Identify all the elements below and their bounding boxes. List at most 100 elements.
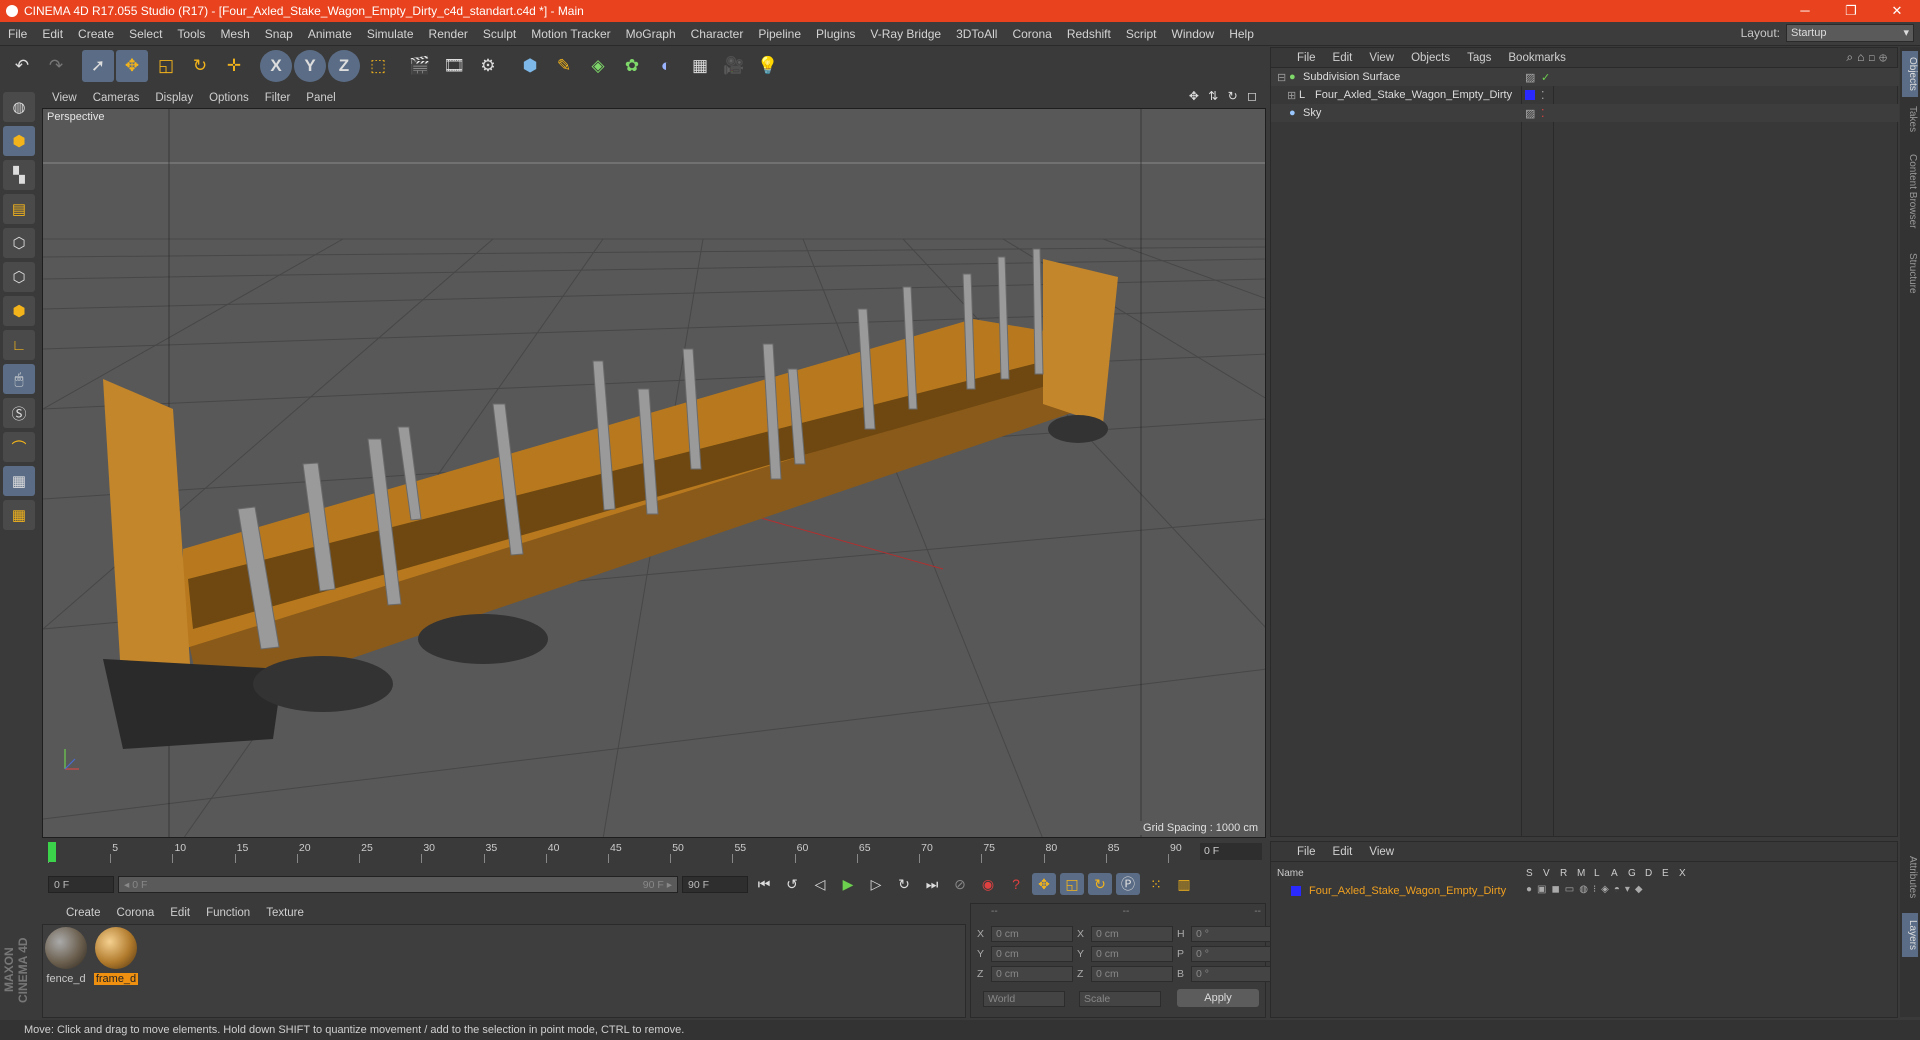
material-menu-edit[interactable]: Edit [170,907,190,919]
layer-menu-edit[interactable]: Edit [1333,846,1353,858]
tab-objects[interactable]: Objects [1902,51,1918,97]
key-pla-icon[interactable]: ⁙ [1144,873,1168,895]
menu-window[interactable]: Window [1172,27,1215,41]
last-tool-icon[interactable]: ✛ [218,50,250,82]
next-key-icon[interactable]: ↻ [892,873,916,895]
playhead[interactable] [48,842,56,862]
x-axis-lock-button[interactable]: X [260,50,292,82]
material-menu-function[interactable]: Function [206,907,250,919]
rotate-tool-icon[interactable]: ↻ [184,50,216,82]
object-menu-tags[interactable]: Tags [1467,52,1491,64]
scale-dropdown[interactable]: Scale [1079,991,1161,1007]
floor-icon[interactable]: ▦ [684,50,716,82]
pos-z-field[interactable]: 0 cm [991,966,1073,982]
z-axis-lock-button[interactable]: Z [328,50,360,82]
go-to-end-icon[interactable]: ⏭ [920,873,944,895]
menu-mograph[interactable]: MoGraph [626,27,676,41]
menu-render[interactable]: Render [429,27,468,41]
auto-key-icon[interactable]: ◉ [976,873,1000,895]
object-menu-file[interactable]: File [1297,52,1316,64]
collapse-icon[interactable]: ⊟ [1277,71,1286,84]
keyframe-selection-icon[interactable]: ? [1004,873,1028,895]
menu-select[interactable]: Select [129,27,162,41]
key-position-icon[interactable]: ✥ [1032,873,1056,895]
viewport-menu-view[interactable]: View [52,92,77,104]
polygons-mode-icon[interactable]: ⬢ [3,296,35,326]
texture-mode-icon[interactable]: ▚ [3,160,35,190]
layer-menu-file[interactable]: File [1297,846,1316,858]
subdivision-surface-icon[interactable]: ◈ [582,50,614,82]
cloner-icon[interactable]: ✿ [616,50,648,82]
size-x-field[interactable]: 0 cm [1091,926,1173,942]
key-scale-icon[interactable]: ◱ [1060,873,1084,895]
object-row-sky[interactable]: ● Sky ▨ ⁚ [1271,104,1899,122]
planar-workplane-icon[interactable]: ▦ [3,500,35,530]
expand-icon[interactable]: ⊞ [1287,89,1296,102]
enabled-check-icon[interactable]: ✓ [1541,71,1550,84]
model-mode-icon[interactable]: ◍ [3,92,35,122]
object-mode-icon[interactable]: ⬢ [3,126,35,156]
undo-icon[interactable]: ↶ [6,50,38,82]
world-dropdown[interactable]: World [983,991,1065,1007]
object-menu-objects[interactable]: Objects [1411,52,1450,64]
menu-pipeline[interactable]: Pipeline [758,27,801,41]
cube-object-icon[interactable]: ⬢ [514,50,546,82]
end-frame-field[interactable]: 90 F [682,875,748,893]
apply-button[interactable]: Apply [1177,989,1259,1007]
light-icon[interactable]: 💡 [752,50,784,82]
tab-attributes[interactable]: Attributes [1902,847,1918,907]
object-menu-bookmarks[interactable]: Bookmarks [1508,52,1566,64]
timeline-layout-icon[interactable]: ▥ [1172,873,1196,895]
pos-y-field[interactable]: 0 cm [991,946,1073,962]
restore-button[interactable]: ❐ [1828,0,1874,22]
close-button[interactable]: ✕ [1874,0,1920,22]
material-frame-d[interactable]: frame_d [93,927,139,985]
object-menu-view[interactable]: View [1369,52,1394,64]
viewport-menu-options[interactable]: Options [209,92,249,104]
layer-menu-view[interactable]: View [1369,846,1394,858]
key-rotation-icon[interactable]: ↻ [1088,873,1112,895]
deformer-icon[interactable]: ◐ [650,50,682,82]
menu-3dtoall[interactable]: 3DToAll [956,27,997,41]
object-row-subdivision[interactable]: ⊟ ● Subdivision Surface ▨ ✓ [1271,68,1899,86]
size-y-field[interactable]: 0 cm [1091,946,1173,962]
tab-takes[interactable]: Takes [1902,101,1918,137]
menu-script[interactable]: Script [1126,27,1157,41]
tab-layers[interactable]: Layers [1902,913,1918,957]
object-manager-tools[interactable]: ⌕⌂◻⊕ [1846,50,1891,65]
menu-character[interactable]: Character [691,27,744,41]
record-keys-icon[interactable]: ⊘ [948,873,972,895]
visibility-dots-icon[interactable]: ⁚ [1541,89,1545,102]
material-fence-d[interactable]: fence_d [43,927,89,985]
timeline-ruler[interactable]: 051015202530354045505560657075808590 [48,840,1182,864]
minimize-button[interactable]: ─ [1782,0,1828,22]
key-parameter-icon[interactable]: Ⓟ [1116,873,1140,895]
object-row-wagon[interactable]: ⊞ L Four_Axled_Stake_Wagon_Empty_Dirty ⁚ [1271,86,1899,104]
y-axis-lock-button[interactable]: Y [294,50,326,82]
redo-icon[interactable]: ↷ [40,50,72,82]
pos-x-field[interactable]: 0 cm [991,926,1073,942]
material-menu-corona[interactable]: Corona [117,907,155,919]
menu-animate[interactable]: Animate [308,27,352,41]
select-tool-icon[interactable]: ➚ [82,50,114,82]
menu-help[interactable]: Help [1229,27,1254,41]
viewport-menu-panel[interactable]: Panel [306,92,335,104]
menu-create[interactable]: Create [78,27,114,41]
object-menu-edit[interactable]: Edit [1333,52,1353,64]
layout-dropdown[interactable]: Startup [1786,24,1914,42]
visibility-dots-icon[interactable]: ⁚ [1541,107,1545,120]
menu-motion-tracker[interactable]: Motion Tracker [531,27,610,41]
layer-toggles[interactable]: ●▣◼▭◍⁝◈◓▾◆ [1526,884,1648,895]
size-z-field[interactable]: 0 cm [1091,966,1173,982]
menu-redshift[interactable]: Redshift [1067,27,1111,41]
points-mode-icon[interactable]: ⬡ [3,228,35,258]
perspective-viewport[interactable]: Perspective Grid Spacing : 1000 cm [42,108,1266,838]
scale-tool-icon[interactable]: ◱ [150,50,182,82]
menu-mesh[interactable]: Mesh [220,27,249,41]
menu-simulate[interactable]: Simulate [367,27,414,41]
previous-key-icon[interactable]: ↺ [780,873,804,895]
tweak-mode-icon[interactable]: 🖱 [3,364,35,394]
current-frame-field[interactable]: 0 F [1200,843,1262,860]
viewport-menu-display[interactable]: Display [155,92,193,104]
layer-row[interactable]: Four_Axled_Stake_Wagon_Empty_Dirty ●▣◼▭◍… [1271,884,1897,900]
